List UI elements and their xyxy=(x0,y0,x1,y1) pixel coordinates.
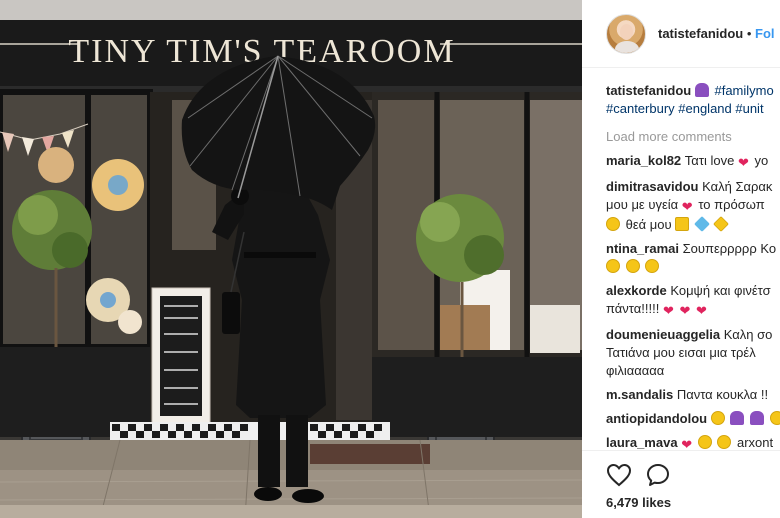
comment-text: Καλή Σαρακ xyxy=(702,179,773,194)
comment-text: Τατι love xyxy=(684,153,735,168)
comment-text: Παντα κουκλα !! xyxy=(676,387,769,402)
comment-username[interactable]: antiopidandolou xyxy=(606,411,707,426)
comment-text: το πρόσωπ xyxy=(698,197,765,212)
post-photo[interactable]: TINY TIM'S TEAROOM xyxy=(0,0,582,518)
comment-text: Τατιάνα μου εισαι μια τρέλ xyxy=(606,345,756,360)
comment-username[interactable]: dimitrasavidou xyxy=(606,179,698,194)
header-username[interactable]: tatistefanidou xyxy=(658,26,743,41)
comment-item: alexkorde Κομψή και φινέτσ πάντα!!!!! ❤ … xyxy=(606,282,780,320)
kissing-emoji-icon xyxy=(697,435,712,449)
comment-item: m.sandalis Παντα κουκλα !! xyxy=(606,386,780,404)
comment-text: φιλιααααα xyxy=(606,363,665,378)
comment-text: μου με υγεία xyxy=(606,197,679,212)
avatar-body xyxy=(615,41,639,53)
comment-username[interactable]: m.sandalis xyxy=(606,387,673,402)
post-caption: tatistefanidou #familymo #canterbury #en… xyxy=(606,82,780,118)
rainbow-umbrella-icon xyxy=(694,83,709,97)
photo-scene: TINY TIM'S TEAROOM xyxy=(0,0,582,518)
post-header: tatistefanidou • Fol xyxy=(582,0,780,68)
heart-eyes-emoji-icon xyxy=(606,217,620,231)
comment-text: θεά μου xyxy=(625,217,672,232)
header-separator: • xyxy=(746,26,752,41)
avatar[interactable] xyxy=(606,14,646,54)
heart-outline-icon[interactable] xyxy=(606,463,632,487)
comment-username[interactable]: ntina_ramai xyxy=(606,241,679,256)
comment-item: antiopidandolou xyxy=(606,410,780,428)
post-side-panel: tatistefanidou • Fol tatistefanidou #fam… xyxy=(582,0,780,518)
comment-item: ntina_ramai Σουπερρρρρ Κο xyxy=(606,240,780,276)
comment-text-tail: yo xyxy=(754,153,769,168)
likes-count[interactable]: 6,479 likes xyxy=(606,495,671,510)
heart-emoji-icon: ❤ xyxy=(696,303,707,318)
comment-item: dimitrasavidou Καλή Σαρακ μου με υγεία ❤… xyxy=(606,178,780,234)
heart-emoji-icon: ❤ xyxy=(679,303,691,318)
umbrella-emoji-icon xyxy=(749,411,764,425)
load-more-comments-link[interactable]: Load more comments xyxy=(606,128,780,146)
caption-hashtags-line2[interactable]: #canterbury #england #unit xyxy=(606,100,780,118)
comment-text: Σουπερρρρρ Κο xyxy=(682,241,777,256)
comment-username[interactable]: alexkorde xyxy=(606,283,667,298)
comment-username[interactable]: doumenieuaggelia xyxy=(606,327,720,342)
comment-item: maria_kol82 Τατι love ❤ yo xyxy=(606,152,780,172)
smiling-emoji-icon xyxy=(710,411,725,425)
follow-button[interactable]: Fol xyxy=(755,26,775,41)
comment-text: Κομψή και φινέτσ xyxy=(670,283,771,298)
smiling-emoji-icon xyxy=(769,411,780,425)
grinning-emoji-icon xyxy=(625,259,640,273)
grinning-emoji-icon xyxy=(606,259,620,273)
crown-emoji-icon xyxy=(675,217,690,231)
caption-hashtags-line1[interactable]: #familymo xyxy=(714,83,773,98)
speech-bubble-icon[interactable] xyxy=(646,463,670,487)
heart-emoji-icon: ❤ xyxy=(681,199,693,214)
comment-text: πάντα!!!!! xyxy=(606,301,660,316)
heart-emoji-icon: ❤ xyxy=(737,155,749,170)
heart-emoji-icon: ❤ xyxy=(662,303,674,318)
comment-item: doumenieuaggelia Καλη σο Τατιάνα μου εισ… xyxy=(606,326,780,380)
comment-username[interactable]: maria_kol82 xyxy=(606,153,681,168)
comments-area: tatistefanidou #familymo #canterbury #en… xyxy=(606,82,780,460)
post-actions: 6,479 likes xyxy=(582,450,780,518)
avatar-face xyxy=(620,24,633,40)
caption-username[interactable]: tatistefanidou xyxy=(606,83,691,98)
sparkles-emoji-icon xyxy=(713,216,730,232)
comment-text: Καλη σο xyxy=(723,327,773,342)
diamond-emoji-icon xyxy=(693,216,710,232)
comment-username[interactable]: laura_mava xyxy=(606,435,678,450)
comment-text-tail: arxont xyxy=(736,435,774,450)
header-user-line: tatistefanidou • Fol xyxy=(658,26,775,41)
umbrella-emoji-icon xyxy=(730,411,745,425)
grinning-emoji-icon xyxy=(645,259,660,273)
sun-emoji-icon xyxy=(717,435,732,449)
